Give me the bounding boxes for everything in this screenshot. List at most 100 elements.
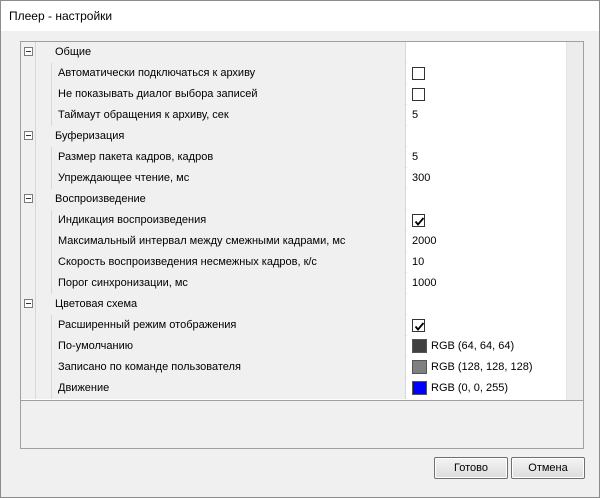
property-row[interactable]: Упреждающее чтение, мс 300 [21, 168, 566, 189]
color-value: RGB (64, 64, 64) [431, 340, 515, 352]
property-checkbox[interactable] [412, 214, 425, 227]
property-checkbox[interactable] [412, 88, 425, 101]
color-swatch [412, 381, 427, 395]
property-value-cell[interactable]: 5 [407, 105, 566, 126]
property-name-cell[interactable]: Таймаут обращения к архиву, сек [52, 105, 406, 126]
property-value-cell[interactable]: RGB (0, 0, 255) [407, 378, 566, 399]
settings-dialog: Плеер - настройки Общие Автоматически под… [0, 0, 600, 498]
property-name-cell[interactable]: Размер пакета кадров, кадров [52, 147, 406, 168]
row-gutter [21, 252, 36, 273]
property-name: Таймаут обращения к архиву, сек [58, 109, 229, 121]
property-value-cell[interactable]: RGB (128, 128, 128) [407, 357, 566, 378]
property-value: 5 [412, 109, 419, 121]
property-name-cell[interactable]: Автоматически подключаться к архиву [52, 63, 406, 84]
property-value-cell[interactable]: 300 [407, 168, 566, 189]
property-row[interactable]: Порог синхронизации, мс 1000 [21, 273, 566, 294]
collapse-icon[interactable] [24, 131, 33, 140]
row-gutter [21, 357, 36, 378]
checkmark-icon [414, 322, 425, 331]
property-name-cell[interactable]: Скорость воспроизведения несмежных кадро… [52, 252, 406, 273]
property-value-cell[interactable]: 5 [407, 147, 566, 168]
property-checkbox[interactable] [412, 67, 425, 80]
property-name-cell[interactable]: По-умолчанию [52, 336, 406, 357]
property-value-cell[interactable] [407, 84, 566, 105]
property-value: 300 [412, 172, 431, 184]
property-name-cell[interactable]: Упреждающее чтение, мс [52, 168, 406, 189]
property-grid: Общие Автоматически подключаться к архиву… [21, 42, 566, 400]
color-swatch [412, 360, 427, 374]
category-cell: Буферизация [36, 126, 406, 147]
property-name: Упреждающее чтение, мс [58, 172, 190, 184]
property-row[interactable]: Индикация воспроизведения [21, 210, 566, 231]
collapse-icon[interactable] [24, 47, 33, 56]
property-value-cell[interactable]: 1000 [407, 273, 566, 294]
row-gutter [21, 168, 36, 189]
category-row[interactable]: Воспроизведение [21, 189, 566, 210]
property-value-cell[interactable]: 2000 [407, 231, 566, 252]
property-row[interactable]: Записано по команде пользователя RGB (128… [21, 357, 566, 378]
property-name-cell[interactable]: Индикация воспроизведения [52, 210, 406, 231]
collapse-icon[interactable] [24, 299, 33, 308]
property-row[interactable]: Размер пакета кадров, кадров 5 [21, 147, 566, 168]
row-gutter [21, 336, 36, 357]
property-value-cell[interactable] [407, 315, 566, 336]
property-name-cell[interactable]: Не показывать диалог выбора записей [52, 84, 406, 105]
property-name: Движение [58, 382, 110, 394]
property-name-cell[interactable]: Порог синхронизации, мс [52, 273, 406, 294]
property-name-cell[interactable]: Движение [52, 378, 406, 399]
vertical-scrollbar[interactable] [566, 42, 583, 400]
property-row[interactable]: Максимальный интервал между смежными кад… [21, 231, 566, 252]
row-indent [36, 378, 52, 399]
property-name-cell[interactable]: Записано по команде пользователя [52, 357, 406, 378]
row-gutter [21, 273, 36, 294]
row-indent [36, 168, 52, 189]
property-row[interactable]: Скорость воспроизведения несмежных кадро… [21, 252, 566, 273]
color-swatch [412, 339, 427, 353]
property-row[interactable]: Не показывать диалог выбора записей [21, 84, 566, 105]
row-indent [36, 252, 52, 273]
property-checkbox[interactable] [412, 319, 425, 332]
cancel-button[interactable]: Отмена [511, 457, 585, 479]
property-value-cell[interactable]: 10 [407, 252, 566, 273]
category-row[interactable]: Буферизация [21, 126, 566, 147]
row-gutter [21, 231, 36, 252]
row-gutter [21, 63, 36, 84]
category-cell: Цветовая схема [36, 294, 406, 315]
checkmark-icon [414, 217, 425, 226]
property-value-cell[interactable] [407, 210, 566, 231]
property-row[interactable]: По-умолчанию RGB (64, 64, 64) [21, 336, 566, 357]
property-row[interactable]: Расширенный режим отображения [21, 315, 566, 336]
category-row[interactable]: Цветовая схема [21, 294, 566, 315]
row-indent [36, 273, 52, 294]
row-indent [36, 84, 52, 105]
collapse-icon[interactable] [24, 194, 33, 203]
row-gutter [21, 147, 36, 168]
row-gutter [21, 315, 36, 336]
property-row[interactable]: Автоматически подключаться к архиву [21, 63, 566, 84]
property-value: 1000 [412, 277, 437, 289]
category-value-cell [407, 294, 566, 315]
property-name: Максимальный интервал между смежными кад… [58, 235, 346, 247]
property-name: Не показывать диалог выбора записей [58, 88, 258, 100]
row-gutter [21, 294, 36, 315]
property-name: Порог синхронизации, мс [58, 277, 188, 289]
property-value-cell[interactable] [407, 63, 566, 84]
category-value-cell [407, 189, 566, 210]
done-button[interactable]: Готово [434, 457, 508, 479]
property-name: Автоматически подключаться к архиву [58, 67, 256, 79]
row-gutter [21, 105, 36, 126]
property-row[interactable]: Таймаут обращения к архиву, сек 5 [21, 105, 566, 126]
property-name-cell[interactable]: Расширенный режим отображения [52, 315, 406, 336]
property-value-cell[interactable]: RGB (64, 64, 64) [407, 336, 566, 357]
row-gutter [21, 84, 36, 105]
window-title: Плеер - настройки [9, 9, 113, 23]
property-name: По-умолчанию [58, 340, 133, 352]
category-row[interactable]: Общие [21, 42, 566, 63]
property-name-cell[interactable]: Максимальный интервал между смежными кад… [52, 231, 406, 252]
property-name: Записано по команде пользователя [58, 361, 241, 373]
row-indent [36, 336, 52, 357]
category-cell: Воспроизведение [36, 189, 406, 210]
property-row[interactable]: Движение RGB (0, 0, 255) [21, 378, 566, 399]
property-name: Скорость воспроизведения несмежных кадро… [58, 256, 317, 268]
property-name: Расширенный режим отображения [58, 319, 237, 331]
